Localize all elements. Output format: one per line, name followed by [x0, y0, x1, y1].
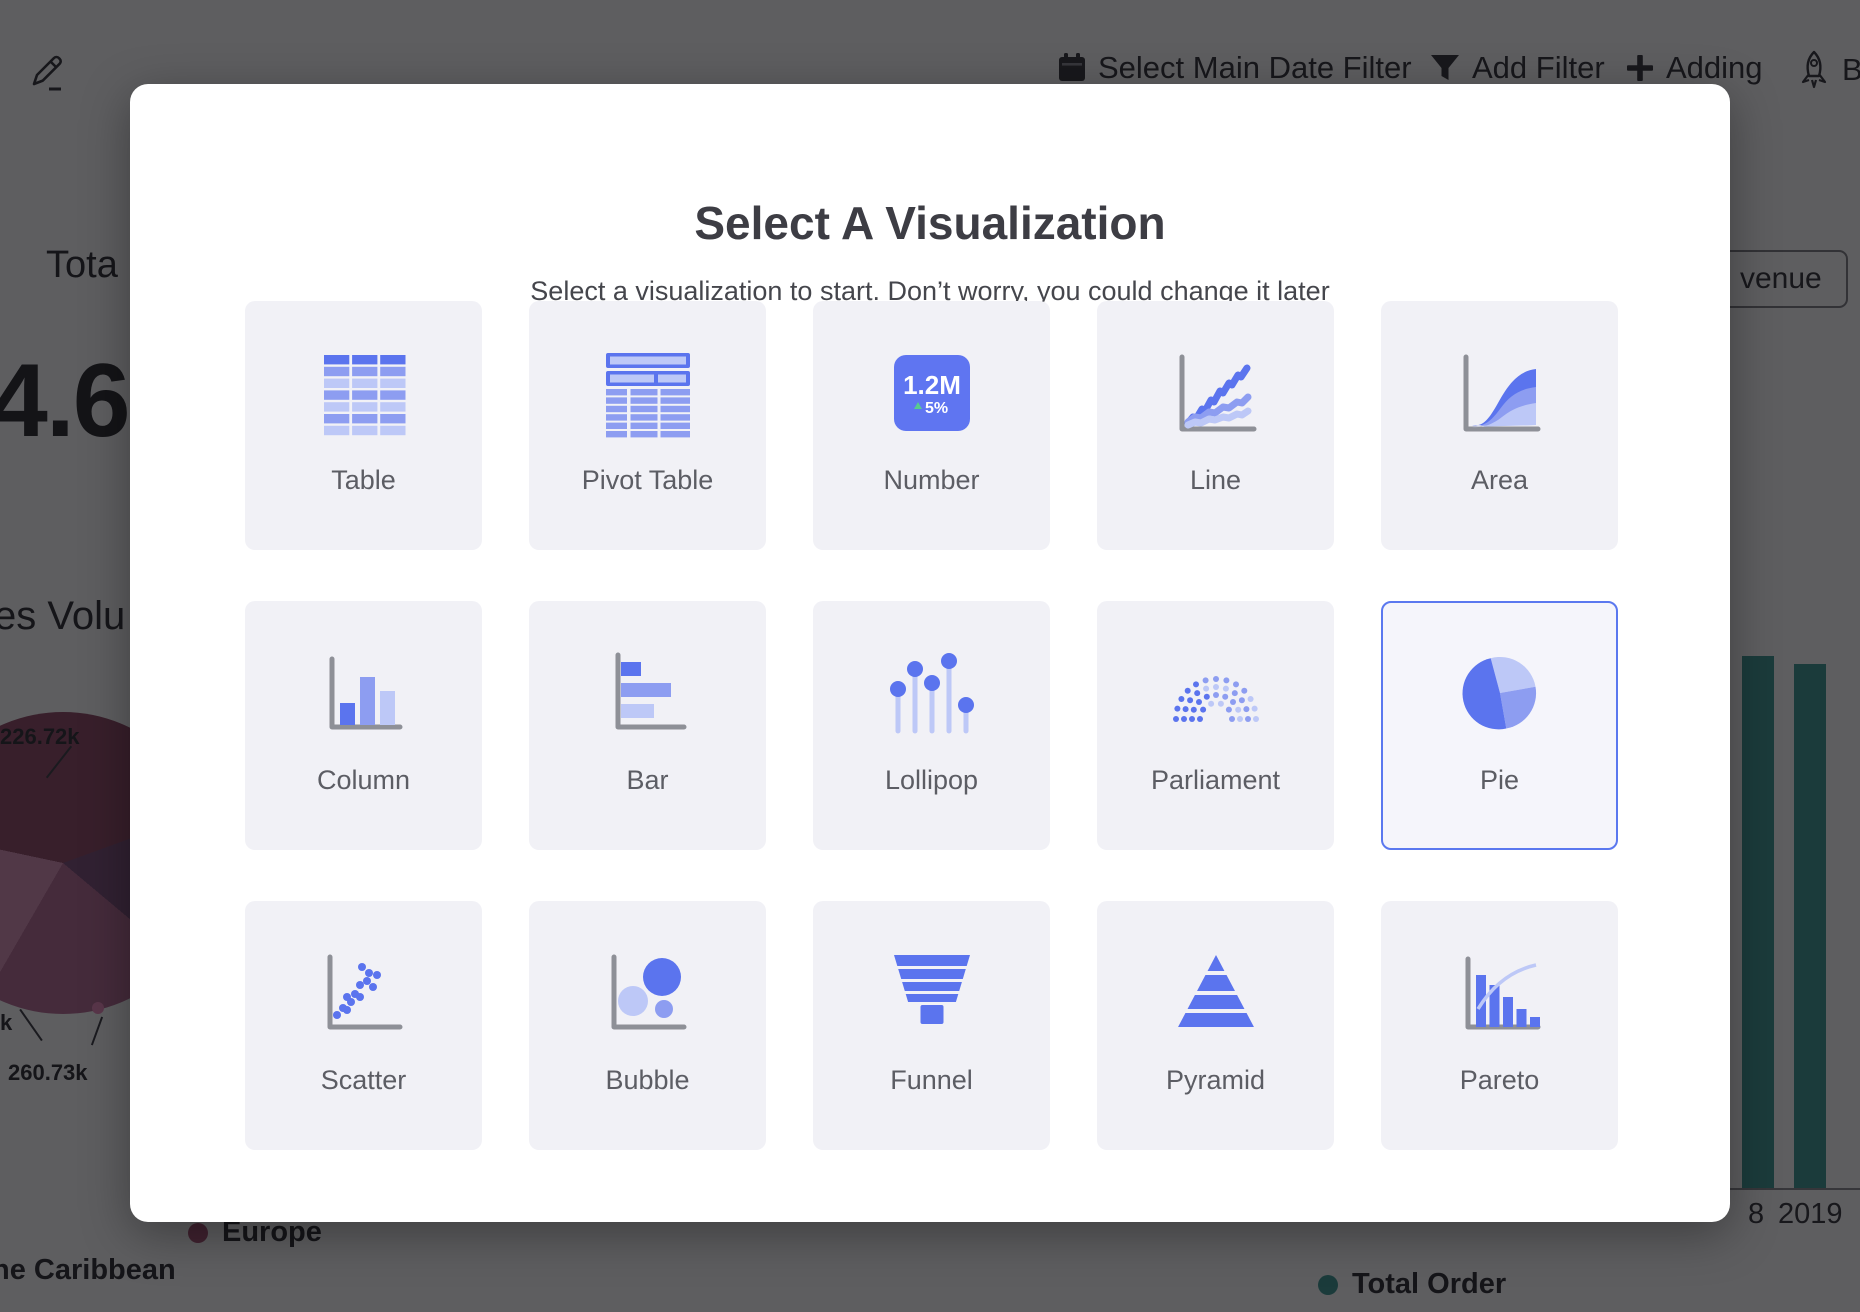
viz-tile-pyramid[interactable]: Pyramid	[1097, 901, 1334, 1150]
parliament-chart-icon	[1168, 647, 1264, 743]
svg-text:1.2M: 1.2M	[903, 370, 961, 400]
viz-tile-label: Scatter	[321, 1065, 407, 1096]
funnel-chart-icon	[884, 947, 980, 1043]
viz-tile-label: Number	[883, 465, 979, 496]
viz-tile-pivot[interactable]: Pivot Table	[529, 301, 766, 550]
column-chart-icon	[316, 647, 412, 743]
viz-tile-label: Pyramid	[1166, 1065, 1265, 1096]
number-chart-icon: 1.2M 5%	[884, 347, 980, 443]
svg-text:5%: 5%	[925, 400, 948, 417]
viz-tile-label: Parliament	[1151, 765, 1280, 796]
viz-tile-pareto[interactable]: Pareto	[1381, 901, 1618, 1150]
select-visualization-modal: Select A Visualization Select a visualiz…	[130, 84, 1730, 1222]
bubble-chart-icon	[600, 947, 696, 1043]
viz-tile-label: Bar	[626, 765, 668, 796]
viz-tile-label: Table	[331, 465, 396, 496]
viz-tile-line[interactable]: Line	[1097, 301, 1334, 550]
pareto-chart-icon	[1452, 947, 1548, 1043]
viz-tile-number[interactable]: 1.2M 5% Number	[813, 301, 1050, 550]
viz-tile-label: Line	[1190, 465, 1241, 496]
pivot-chart-icon	[600, 347, 696, 443]
viz-tile-label: Column	[317, 765, 410, 796]
viz-tile-parliament[interactable]: Parliament	[1097, 601, 1334, 850]
viz-tile-area[interactable]: Area	[1381, 301, 1618, 550]
viz-tile-label: Area	[1471, 465, 1528, 496]
viz-tile-lollipop[interactable]: Lollipop	[813, 601, 1050, 850]
viz-tile-label: Bubble	[605, 1065, 689, 1096]
viz-tile-label: Pie	[1480, 765, 1519, 796]
pie-chart-icon	[1452, 647, 1548, 743]
viz-tile-bar[interactable]: Bar	[529, 601, 766, 850]
bar-chart-icon	[600, 647, 696, 743]
viz-tile-column[interactable]: Column	[245, 601, 482, 850]
area-chart-icon	[1452, 347, 1548, 443]
visualization-grid: Table Pivot Table 1.2M 5%Number Line Are	[245, 301, 1618, 1150]
table-chart-icon	[316, 347, 412, 443]
modal-title: Select A Visualization	[130, 196, 1730, 250]
viz-tile-pie[interactable]: Pie	[1381, 601, 1618, 850]
viz-tile-bubble[interactable]: Bubble	[529, 901, 766, 1150]
viz-tile-table[interactable]: Table	[245, 301, 482, 550]
viz-tile-scatter[interactable]: Scatter	[245, 901, 482, 1150]
viz-tile-label: Funnel	[890, 1065, 973, 1096]
viz-tile-label: Pivot Table	[582, 465, 714, 496]
viz-tile-funnel[interactable]: Funnel	[813, 901, 1050, 1150]
viz-tile-label: Pareto	[1460, 1065, 1540, 1096]
line-chart-icon	[1168, 347, 1264, 443]
viz-tile-label: Lollipop	[885, 765, 978, 796]
pyramid-chart-icon	[1168, 947, 1264, 1043]
lollipop-chart-icon	[884, 647, 980, 743]
scatter-chart-icon	[316, 947, 412, 1043]
